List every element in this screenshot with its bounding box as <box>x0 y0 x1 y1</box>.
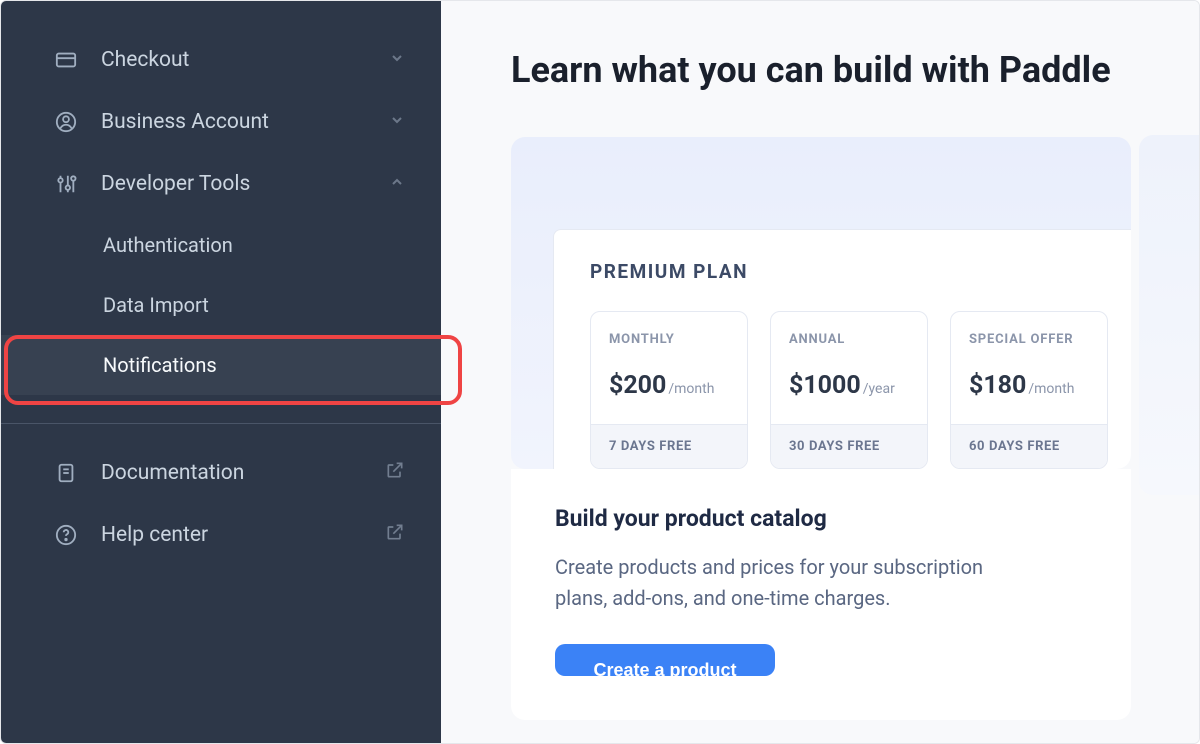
sidebar-subitem-label: Authentication <box>103 233 233 257</box>
price-label: ANNUAL <box>789 332 909 347</box>
sidebar-subitem-label: Notifications <box>103 353 217 377</box>
pricing-row: MONTHLY $200/month 7 DAYS FREE ANNUAL $1… <box>590 311 1131 469</box>
price-banner: 60 DAYS FREE <box>951 424 1107 468</box>
price-card-monthly[interactable]: MONTHLY $200/month 7 DAYS FREE <box>590 311 748 469</box>
help-icon <box>53 522 79 548</box>
chevron-down-icon <box>389 48 405 72</box>
sidebar-item-help-center[interactable]: Help center <box>1 504 441 566</box>
sidebar: Checkout Business Account Developer Tool… <box>1 1 441 743</box>
sidebar-item-label: Help center <box>101 523 208 547</box>
catalog-section: Build your product catalog Create produc… <box>511 469 1131 720</box>
price-banner: 7 DAYS FREE <box>591 424 747 468</box>
plan-panel: PREMIUM PLAN MONTHLY $200/month 7 DAYS F… <box>553 229 1131 469</box>
sidebar-item-checkout[interactable]: Checkout <box>1 29 441 91</box>
catalog-description: Create products and prices for your subs… <box>555 552 1035 614</box>
price-amount: $180 <box>969 371 1026 400</box>
price-amount: $200 <box>609 371 666 400</box>
chevron-up-icon <box>389 172 405 196</box>
sidebar-subitem-data-import[interactable]: Data Import <box>1 275 441 335</box>
price-label: SPECIAL OFFER <box>969 332 1089 347</box>
price-card-annual[interactable]: ANNUAL $1000/year 30 DAYS FREE <box>770 311 928 469</box>
sidebar-divider <box>1 423 441 424</box>
external-link-icon <box>385 522 405 548</box>
price-label: MONTHLY <box>609 332 729 347</box>
price-amount: $1000 <box>789 371 861 400</box>
sidebar-item-label: Developer Tools <box>101 172 250 196</box>
main-content: Learn what you can build with Paddle PRE… <box>441 1 1199 743</box>
sidebar-item-documentation[interactable]: Documentation <box>1 442 441 504</box>
user-circle-icon <box>53 109 79 135</box>
card-icon <box>53 47 79 73</box>
sidebar-subitem-notifications[interactable]: Notifications <box>1 335 441 395</box>
sidebar-item-label: Checkout <box>101 48 189 72</box>
price-period: /year <box>863 381 895 397</box>
doc-icon <box>53 460 79 486</box>
external-link-icon <box>385 460 405 486</box>
page-heading: Learn what you can build with Paddle <box>511 49 1199 91</box>
app-shell: Checkout Business Account Developer Tool… <box>0 0 1200 744</box>
sidebar-subitem-authentication[interactable]: Authentication <box>1 215 441 275</box>
hero-card: PREMIUM PLAN MONTHLY $200/month 7 DAYS F… <box>511 137 1131 469</box>
sidebar-subitem-label: Data Import <box>103 293 209 317</box>
price-period: /month <box>668 381 714 397</box>
chevron-down-icon <box>389 110 405 134</box>
plan-title: PREMIUM PLAN <box>590 260 1131 283</box>
create-product-button[interactable]: Create a product <box>555 644 775 676</box>
sliders-icon <box>53 171 79 197</box>
catalog-title: Build your product catalog <box>555 505 1087 532</box>
sidebar-item-label: Documentation <box>101 461 244 485</box>
price-period: /month <box>1028 381 1074 397</box>
sidebar-item-label: Business Account <box>101 110 269 134</box>
price-banner: 30 DAYS FREE <box>771 424 927 468</box>
price-card-special[interactable]: SPECIAL OFFER $180/month 60 DAYS FREE <box>950 311 1108 469</box>
sidebar-item-business-account[interactable]: Business Account <box>1 91 441 153</box>
next-card-peek <box>1139 135 1199 495</box>
sidebar-item-developer-tools[interactable]: Developer Tools <box>1 153 441 215</box>
